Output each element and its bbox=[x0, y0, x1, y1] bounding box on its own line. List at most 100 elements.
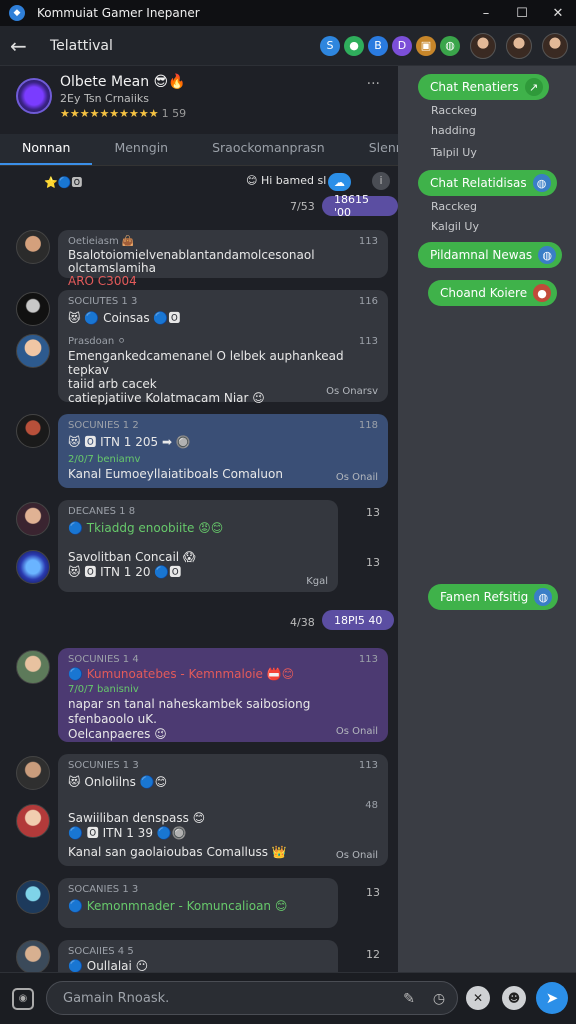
message-time: 116 bbox=[358, 296, 378, 307]
avatar[interactable] bbox=[16, 650, 50, 684]
message-time: 118 bbox=[358, 420, 378, 431]
channel-sub: Kalgil Uy bbox=[431, 220, 479, 233]
profile-info: Olbete Mean 😎🔥 2Ey Tsn Crnaiiks ★★★★★★★★… bbox=[60, 74, 186, 126]
tab-sraockomanprasn[interactable]: Sraockomanprasn bbox=[190, 140, 347, 165]
window-controls: – ☐ ✕ bbox=[468, 0, 576, 26]
profile-avatar[interactable] bbox=[16, 78, 52, 114]
message-text: Sawiiliban denspass 😊 bbox=[68, 811, 206, 825]
tab-nonnan[interactable]: Nonnan bbox=[0, 140, 93, 165]
gamepad-icon[interactable]: ✕ bbox=[466, 986, 490, 1010]
message-time: 48 bbox=[365, 800, 378, 811]
message-sender: SOCUNIES 1 2 bbox=[68, 420, 139, 431]
s-icon[interactable]: S bbox=[320, 35, 340, 56]
message-text: Savolitban Concail 😱 bbox=[68, 550, 196, 564]
date-chip-2: 18PI5 40 bbox=[322, 610, 395, 630]
more-options-icon[interactable]: ··· bbox=[367, 76, 380, 92]
channel-sub: hadding bbox=[431, 124, 476, 137]
message-sender: Prasdoan ⚪ bbox=[68, 336, 126, 347]
channel-bubble-famen-refsitig[interactable]: Famen Refsitig ◍ bbox=[428, 584, 559, 610]
message-text: ARO C3004 bbox=[68, 274, 137, 288]
profile-card: Olbete Mean 😎🔥 2Ey Tsn Crnaiiks ★★★★★★★★… bbox=[0, 66, 398, 134]
channel-bubble-chat-relatidisas[interactable]: Chat Relatidisas ◍ bbox=[418, 170, 557, 196]
message-text: 😻 🅾 ITN 1 20 🔵🅾 bbox=[68, 565, 182, 579]
channel-sub: Racckeg bbox=[431, 104, 477, 117]
message-meta: SOCANIES 1 3 bbox=[68, 884, 328, 895]
message-status: Kgal bbox=[306, 576, 328, 587]
close-button[interactable]: ✕ bbox=[540, 0, 576, 26]
d-icon[interactable]: D bbox=[392, 35, 412, 56]
tab-bar: Nonnan Menngin Sraockomanprasn Slenny bbox=[0, 134, 398, 166]
avatar[interactable] bbox=[16, 940, 50, 972]
message-bubble[interactable]: SOCIUTES 1 3 116 😻 🔵 Coinsas 🔵🅾 Prasdoan … bbox=[58, 290, 388, 405]
message-bubble[interactable]: DECANES 1 8 🔵 Tkiaddg enoobiite 😡😊 Savol… bbox=[58, 500, 338, 592]
clock-icon[interactable]: ◷ bbox=[429, 989, 449, 1009]
globe-icon: ◍ bbox=[534, 588, 553, 606]
camera-icon[interactable]: ◉ bbox=[12, 987, 34, 1010]
channel-bubble-choand-koiere[interactable]: Choand Koiere ● bbox=[428, 280, 558, 306]
back-arrow-icon[interactable]: ← bbox=[10, 34, 40, 58]
message-sender: DECANES 1 8 bbox=[68, 506, 136, 517]
message-text: napar sn tanal naheskambek saibosiong sf… bbox=[68, 697, 311, 726]
message-text: 🔵 🅾 ITN 1 39 🔵🔘 bbox=[68, 826, 187, 840]
avatar[interactable] bbox=[16, 550, 50, 584]
pencil-icon[interactable]: ✎ bbox=[399, 989, 419, 1009]
minimize-button[interactable]: – bbox=[468, 0, 504, 26]
message-bubble[interactable]: SOCANIES 1 3 🔵 Kemonmnader - Komuncalioa… bbox=[58, 878, 338, 928]
avatar[interactable] bbox=[16, 334, 50, 368]
info-icon[interactable]: i bbox=[372, 172, 390, 190]
message-text: 2/0/7 beniamv bbox=[68, 454, 141, 465]
message-text: 😻 Onlolilns 🔵😊 bbox=[68, 775, 168, 789]
message-text: Oelcanpaeres 😉 bbox=[68, 727, 167, 741]
message-time: 13 bbox=[366, 886, 380, 899]
user-avatar-1[interactable] bbox=[470, 32, 496, 59]
channel-bubble-chat-renatiers[interactable]: Chat Renatiers ↗ bbox=[418, 74, 549, 100]
chat-pane: Olbete Mean 😎🔥 2Ey Tsn Crnaiiks ★★★★★★★★… bbox=[0, 66, 398, 972]
message-status: Os Onarsv bbox=[326, 386, 378, 397]
top-left-emojis: ⭐🔵🅾 bbox=[44, 176, 83, 189]
message-meta: SOCUNIES 1 3 113 bbox=[68, 760, 378, 771]
message-sender: SOCIUTES 1 3 bbox=[68, 296, 138, 307]
avatar[interactable] bbox=[16, 880, 50, 914]
tab-menngin[interactable]: Menngin bbox=[92, 140, 190, 165]
message-bubble[interactable]: Oetieiasm 👜 113 Bsalotoiomielvenablantand… bbox=[58, 230, 388, 288]
message-bubble[interactable]: SOCUNIES 1 3 113 😻 Onlolilns 🔵😊 48 Sawiil… bbox=[58, 754, 388, 866]
group-icon[interactable]: ● bbox=[344, 35, 364, 56]
message-bubble[interactable]: SOCAIIES 4 5 🔵 Oullalai 😶 bbox=[58, 940, 338, 972]
user-avatar-2[interactable] bbox=[506, 32, 532, 59]
channel-label: Famen Refsitig bbox=[440, 590, 529, 604]
cloud-badge[interactable]: ☁ bbox=[328, 173, 351, 191]
message-text: 😻 🔵 Coinsas 🔵🅾 bbox=[68, 311, 181, 325]
avatar[interactable] bbox=[16, 292, 50, 326]
avatar[interactable] bbox=[16, 230, 50, 264]
message-meta: SOCUNIES 1 4 113 bbox=[68, 654, 378, 665]
tab-slenny[interactable]: Slenny bbox=[347, 140, 398, 165]
avatar[interactable] bbox=[16, 804, 50, 838]
message-meta: SOCUNIES 1 2 118 bbox=[68, 420, 378, 431]
rating-stars: ★★★★★★★★★★ bbox=[60, 107, 159, 120]
pin-icon: ● bbox=[533, 284, 552, 302]
channel-bubble-pildamnal-newas[interactable]: Pildamnal Newas ◍ bbox=[418, 242, 563, 268]
chat-header: ← Telattival S ● B D ▣ ◍ bbox=[0, 26, 576, 66]
message-bubble[interactable]: SOCUNIES 1 4 113 🔵 Kumunoatebes - Kemnmal… bbox=[58, 648, 388, 742]
avatar[interactable] bbox=[16, 502, 50, 536]
message-text: 7/0/7 banisniv bbox=[68, 684, 139, 695]
emoji-icon[interactable]: ☻ bbox=[502, 986, 526, 1010]
message-meta: SOCAIIES 4 5 bbox=[68, 946, 328, 957]
b-icon[interactable]: B bbox=[368, 35, 388, 56]
globe-icon: ◍ bbox=[538, 246, 557, 264]
avatar[interactable] bbox=[16, 414, 50, 448]
maximize-button[interactable]: ☐ bbox=[504, 0, 540, 26]
avatar[interactable] bbox=[16, 756, 50, 790]
message-time: 113 bbox=[358, 236, 378, 247]
header-icon-bar: S ● B D ▣ ◍ bbox=[320, 32, 568, 59]
channel-label: Chat Renatiers bbox=[430, 80, 519, 94]
channel-pane: Chat Renatiers ↗ Racckeg hadding Talpil … bbox=[398, 66, 576, 972]
message-sender: SOCAIIES 4 5 bbox=[68, 946, 134, 957]
globe-icon[interactable]: ◍ bbox=[440, 35, 460, 56]
treasure-icon[interactable]: ▣ bbox=[416, 35, 436, 56]
user-avatar-3[interactable] bbox=[542, 32, 568, 59]
message-input[interactable] bbox=[47, 982, 377, 1014]
send-button[interactable]: ➤ bbox=[536, 982, 568, 1014]
message-bubble[interactable]: SOCUNIES 1 2 118 😻 🅾 ITN 1 205 ➡ 🔘 2/0/7 … bbox=[58, 414, 388, 488]
channel-sub: Talpil Uy bbox=[431, 146, 477, 159]
